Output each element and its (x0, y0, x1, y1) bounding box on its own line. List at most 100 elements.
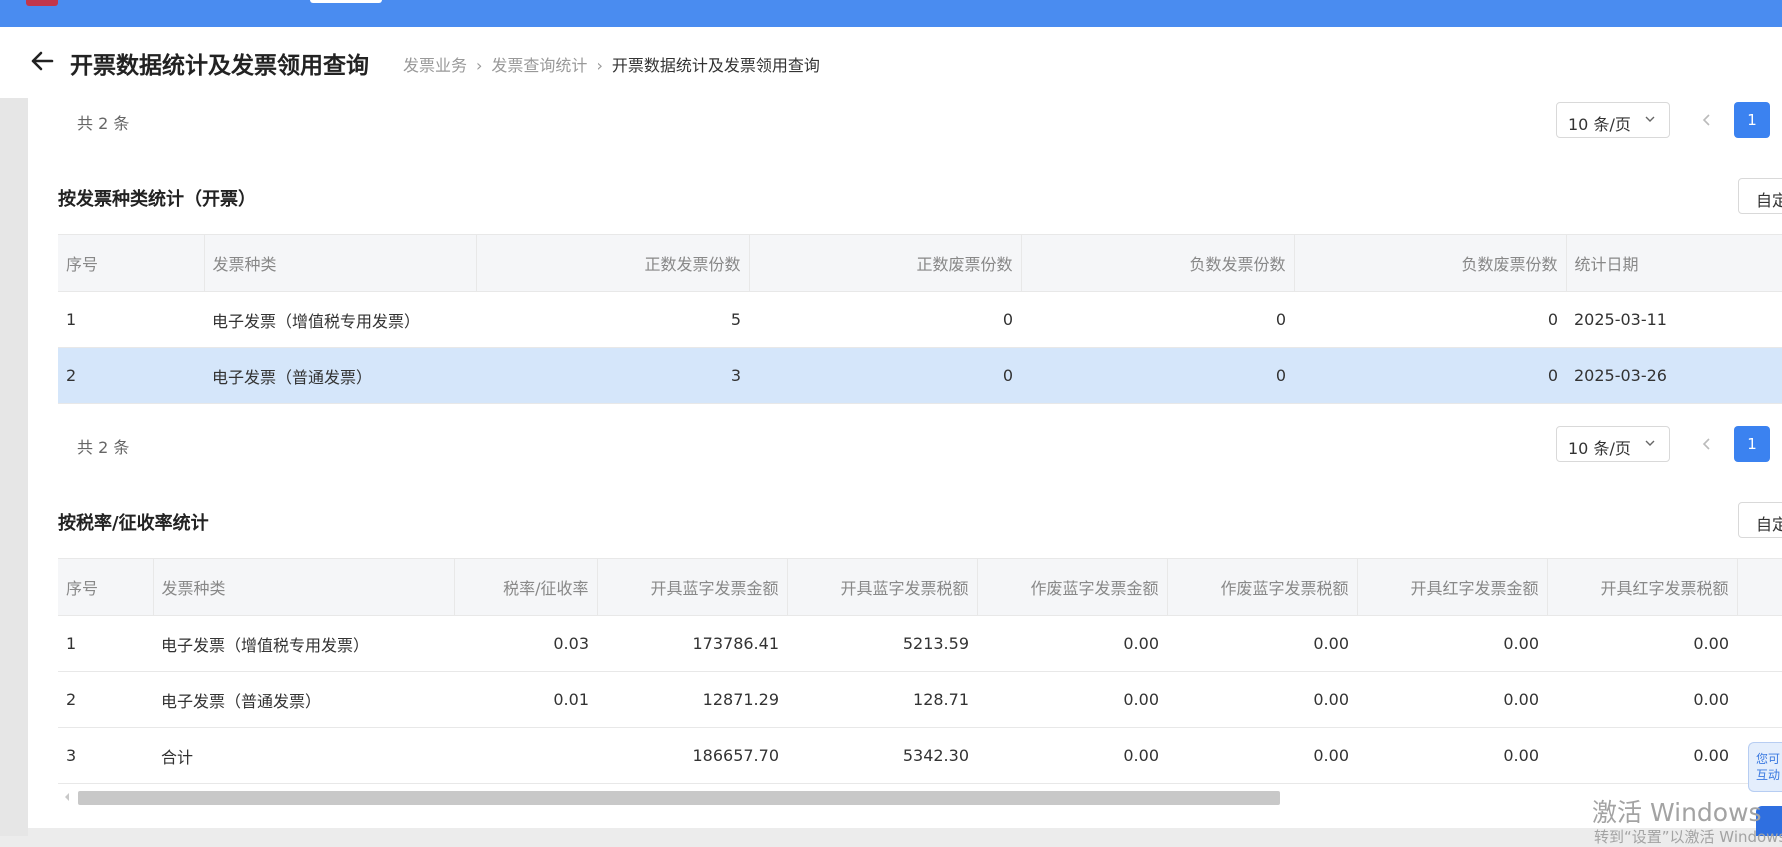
top-nav-pill[interactable] (310, 0, 382, 3)
page-title: 开票数据统计及发票领用查询 (70, 53, 369, 79)
column-header: 作废蓝字发票金额 (977, 558, 1168, 616)
column-header: 正数废票份数 (749, 234, 1022, 292)
back-arrow-icon[interactable] (30, 50, 54, 72)
table-cell: 0.01 (454, 671, 597, 728)
table-cell: 186657.70 (597, 727, 787, 784)
breadcrumb: 发票业务 › 发票查询统计 › 开票数据统计及发票领用查询 (403, 52, 820, 76)
table-cell: 3 (58, 727, 153, 784)
column-header: 序号 (58, 234, 205, 292)
table-cell: 12871.29 (597, 671, 787, 728)
table-cell: 0.00 (1547, 615, 1737, 672)
table-cell: 1 (58, 291, 204, 348)
table-row[interactable]: 1 电子发票（增值税专用发票） 5 0 0 0 2025-03-11 (58, 291, 1782, 348)
table-cell: 0 (749, 291, 1021, 348)
scroll-left-arrow-icon[interactable] (62, 791, 72, 803)
table-row[interactable]: 1 电子发票（增值税专用发票） 0.03 173786.41 5213.59 0… (58, 615, 1782, 672)
table-cell: 电子发票（普通发票） (204, 347, 476, 404)
table-cell: 0 (1021, 347, 1294, 404)
table-cell (1737, 671, 1782, 728)
page-number-button[interactable]: 1 (1734, 102, 1770, 138)
column-header: 发票种类 (204, 234, 477, 292)
breadcrumb-item[interactable]: 发票查询统计 (491, 52, 587, 76)
table-cell: 0.00 (1357, 671, 1547, 728)
pager-total: 共 2 条 (77, 438, 130, 457)
table-cell: 电子发票（增值税专用发票） (204, 291, 476, 348)
column-header: 发票种类 (153, 558, 455, 616)
table-cell: 2025-03-26 (1566, 347, 1782, 404)
table-cell: 173786.41 (597, 615, 787, 672)
page-number-button[interactable]: 1 (1734, 426, 1770, 462)
help-text: 您可 (1756, 752, 1781, 766)
column-header: 序号 (58, 558, 154, 616)
column-header: 作废蓝字发票税额 (1167, 558, 1358, 616)
top-nav-bar (0, 0, 1782, 27)
table-cell: 0.00 (1167, 727, 1357, 784)
floating-help-panel[interactable]: 您可 互动 (1748, 742, 1782, 792)
chevron-right-icon: › (596, 56, 603, 75)
table-cell: 电子发票（普通发票） (153, 671, 454, 728)
column-header: 负数发票份数 (1021, 234, 1295, 292)
table-cell: 合计 (153, 727, 454, 784)
table-cell: 0 (1294, 347, 1566, 404)
table-cell: 2 (58, 671, 153, 728)
table-cell: 128.71 (787, 671, 977, 728)
left-gutter (0, 98, 28, 836)
breadcrumb-current: 开票数据统计及发票领用查询 (611, 56, 820, 75)
table-cell: 5213.59 (787, 615, 977, 672)
column-header: 正数发票份数 (476, 234, 750, 292)
table-cell: 3 (476, 347, 749, 404)
table-cell: 5342.30 (787, 727, 977, 784)
column-header: 负数废票份数 (1294, 234, 1567, 292)
column-header: 开具红字发票金额 (1357, 558, 1548, 616)
table-cell: 0 (749, 347, 1021, 404)
chevron-down-icon (1645, 116, 1655, 122)
table-cell: 0.00 (1547, 727, 1737, 784)
logo (26, 0, 58, 6)
column-header: 统计日期 (1566, 234, 1782, 292)
windows-activation-subtext: 转到“设置”以激活 Windows。 (1594, 828, 1782, 846)
table-cell: 电子发票（增值税专用发票） (153, 615, 454, 672)
table-cell: 0.00 (1357, 727, 1547, 784)
table-cell (454, 727, 597, 784)
column-header: 开具蓝字发票税额 (787, 558, 978, 616)
table-cell: 0.00 (1357, 615, 1547, 672)
table-cell: 0.00 (977, 615, 1167, 672)
windows-activation-watermark: 激活 Windows (1592, 798, 1762, 827)
table-cell: 0.00 (1547, 671, 1737, 728)
prev-page-icon[interactable] (1697, 110, 1717, 130)
table-row-total[interactable]: 3 合计 186657.70 5342.30 0.00 0.00 0.00 0.… (58, 727, 1782, 784)
chevron-right-icon: › (476, 56, 483, 75)
column-header: 开具红字发票税额 (1547, 558, 1738, 616)
column-header: 开具蓝字发票金额 (597, 558, 788, 616)
table-cell (1737, 615, 1782, 672)
table-cell: 2 (58, 347, 204, 404)
prev-page-icon[interactable] (1697, 434, 1717, 454)
table-cell: 2025-03-11 (1566, 291, 1782, 348)
column-header-overflow (1737, 558, 1782, 616)
custom-columns-button[interactable]: 自定义 (1738, 502, 1782, 538)
table-cell: 0.00 (1167, 615, 1357, 672)
table-cell: 0.00 (1167, 671, 1357, 728)
pager-total: 共 2 条 (77, 114, 130, 133)
table-cell: 0.03 (454, 615, 597, 672)
chevron-down-icon (1645, 440, 1655, 446)
table-cell: 0.00 (977, 727, 1167, 784)
table-header-row: 序号 发票种类 税率/征收率 开具蓝字发票金额 开具蓝字发票税额 作废蓝字发票金… (58, 558, 1782, 616)
page-size-value: 10 条/页 (1568, 115, 1631, 134)
column-header: 税率/征收率 (454, 558, 598, 616)
table-cell: 0 (1021, 291, 1294, 348)
invoice-type-table: 序号 发票种类 正数发票份数 正数废票份数 负数发票份数 负数废票份数 统计日期… (58, 234, 1782, 404)
tax-rate-table: 序号 发票种类 税率/征收率 开具蓝字发票金额 开具蓝字发票税额 作废蓝字发票金… (58, 558, 1782, 784)
section-title-invoice-type: 按发票种类统计（开票） (58, 189, 256, 210)
table-row-selected[interactable]: 2 电子发票（普通发票） 3 0 0 0 2025-03-26 (58, 347, 1782, 404)
breadcrumb-item[interactable]: 发票业务 (403, 52, 467, 76)
table-row[interactable]: 2 电子发票（普通发票） 0.01 12871.29 128.71 0.00 0… (58, 671, 1782, 728)
table-cell: 0 (1294, 291, 1566, 348)
horizontal-scrollbar[interactable] (78, 791, 1280, 805)
page-size-select[interactable]: 10 条/页 (1556, 102, 1670, 138)
page-size-select[interactable]: 10 条/页 (1556, 426, 1670, 462)
custom-columns-button[interactable]: 自定义 (1738, 178, 1782, 214)
help-text: 互动 (1756, 768, 1781, 782)
table-cell: 1 (58, 615, 153, 672)
section-title-tax-rate: 按税率/征收率统计 (58, 513, 209, 534)
